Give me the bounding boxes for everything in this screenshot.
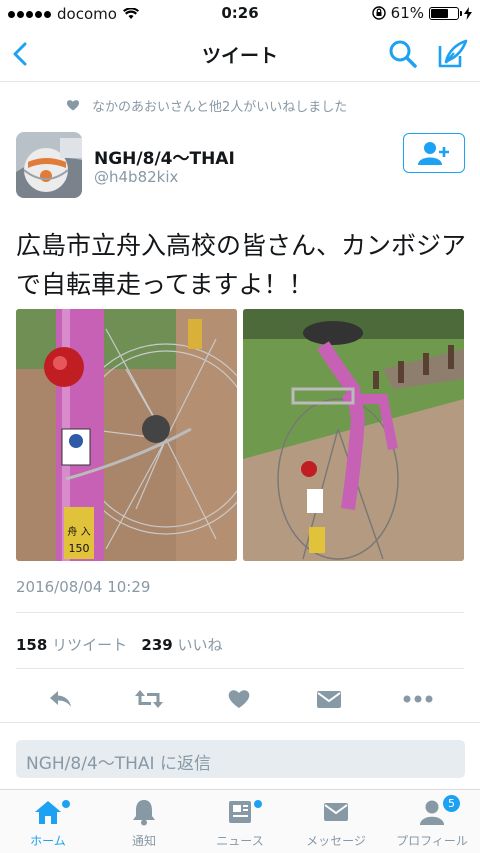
search-icon[interactable] [386,37,420,71]
more-icon [403,695,433,703]
tab-bar: ホーム 通知 ニュース メッセージ 5 プロフィール [0,789,480,853]
status-right: 61% [371,4,472,22]
add-user-icon [418,142,449,165]
like-label: いいね [177,636,223,654]
compose-icon[interactable] [434,36,470,72]
divider [0,722,480,723]
sticker-kanji: 舟 入 [67,525,90,538]
author-handle[interactable]: @h4b82kix [94,168,178,186]
home-badge-dot [62,800,70,808]
retweet-icon [135,690,163,708]
tab-profile-label: プロフィール [396,834,468,848]
tab-messages[interactable]: メッセージ [288,790,384,853]
battery-icon [429,6,462,20]
tweet-text: 広島市立舟入高校の皆さん、カンボジアで自転車走ってますよ！！ [16,231,467,299]
tab-news[interactable]: ニュース [192,790,288,853]
tweet-photo-2[interactable] [243,309,464,561]
engagement-counts[interactable]: 158 リツイート 239 いいね [16,634,223,655]
nav-bar: ツイート [0,28,480,82]
envelope-icon [324,803,348,821]
envelope-icon [317,691,341,708]
tab-messages-label: メッセージ [306,834,366,848]
profile-badge: 5 [443,795,460,812]
news-icon [229,801,251,823]
tweet-actions [0,684,480,716]
like-count: 239 [141,636,173,654]
tab-home[interactable]: ホーム [0,790,96,853]
reply-icon [50,691,71,707]
battery-percent: 61% [390,4,424,22]
tab-notifications-label: 通知 [131,834,156,848]
retweet-button[interactable] [129,684,169,714]
tab-news-label: ニュース [216,834,264,848]
more-button[interactable] [398,684,438,714]
author-name[interactable]: NGH/8/4〜THAI [94,144,235,169]
status-bar: docomo 0:26 61% [0,0,480,28]
avatar-image [16,132,82,198]
tab-notifications[interactable]: 通知 [96,790,192,853]
retweet-count: 158 [16,636,48,654]
charging-icon [464,6,472,20]
tweet-timestamp: 2016/08/04 10:29 [16,578,151,596]
divider [16,668,464,669]
retweet-label: リツイート [52,636,128,654]
battery-fill [431,8,449,18]
rotation-lock-icon [371,6,386,20]
heart-icon [228,690,250,708]
reply-input[interactable]: NGH/8/4〜THAI に返信 [16,740,465,778]
avatar[interactable] [16,132,82,198]
tab-home-label: ホーム [30,834,66,848]
direct-message-button[interactable] [309,684,349,714]
divider [16,612,464,613]
tab-profile[interactable]: 5 プロフィール [384,790,480,853]
social-context-text: なかのあおいさんと他2人がいいねしました [92,100,348,115]
like-button[interactable] [219,684,259,714]
bell-icon [133,800,155,826]
reply-button[interactable] [40,684,80,714]
heart-icon [66,100,80,111]
tweet-photo-1[interactable]: 150 舟 入 [16,309,237,561]
home-icon [35,801,61,824]
news-badge-dot [254,800,262,808]
sticker-number: 150 [69,542,90,555]
follow-button[interactable] [403,133,465,173]
